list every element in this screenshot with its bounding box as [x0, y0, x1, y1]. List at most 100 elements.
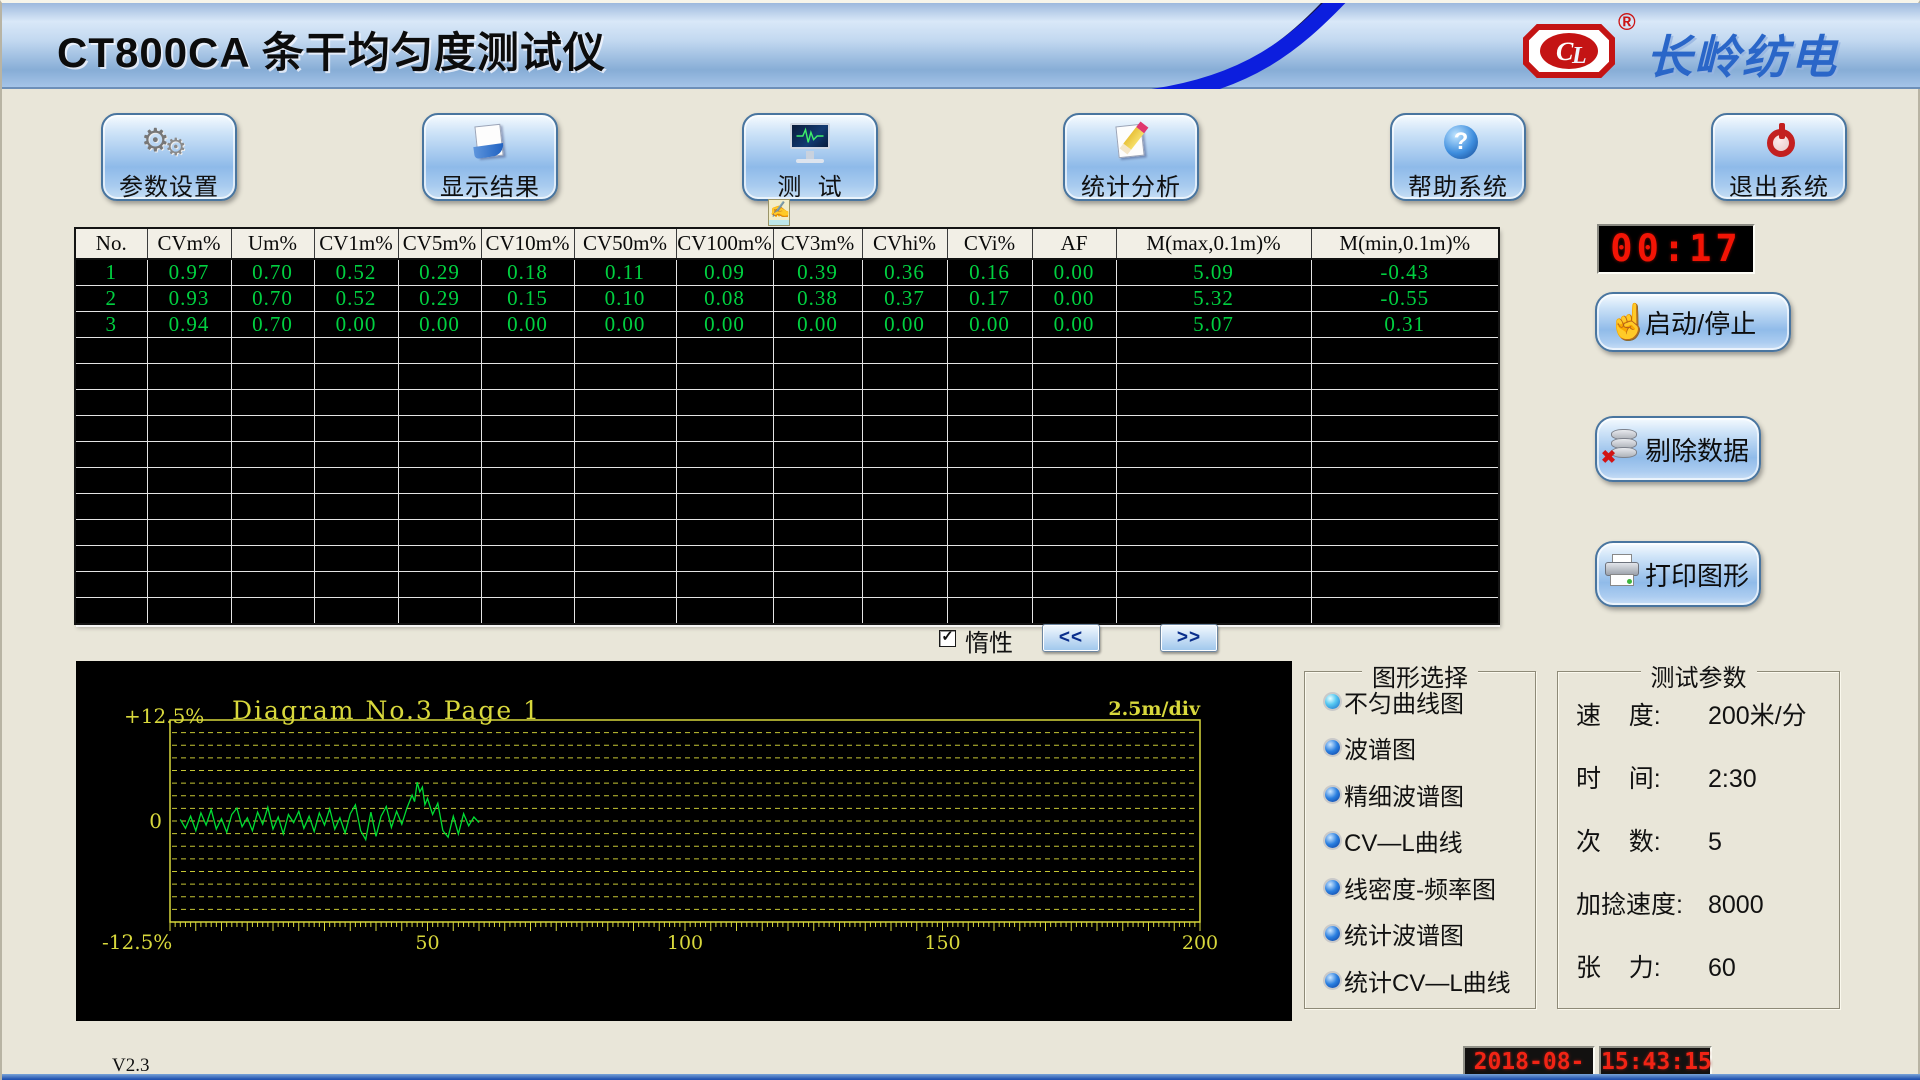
svg-text:200: 200 — [1182, 932, 1218, 954]
table-cell — [947, 416, 1032, 442]
table-cell — [862, 494, 947, 520]
svg-text:L: L — [1571, 43, 1587, 69]
column-header: AF — [1032, 228, 1116, 259]
table-cell — [1311, 546, 1499, 572]
company-logo: C L ® 长岭纺电 — [1522, 9, 1862, 83]
table-cell: 0.09 — [676, 259, 773, 286]
table-cell — [398, 546, 481, 572]
table-cell — [947, 390, 1032, 416]
param-label: 次 数: — [1576, 822, 1704, 858]
table-cell — [574, 468, 676, 494]
radio-orb-icon — [1325, 833, 1340, 848]
table-cell — [481, 598, 574, 624]
table-cell — [314, 546, 398, 572]
table-cell — [231, 494, 314, 520]
table-cell: 0.29 — [398, 286, 481, 312]
table-cell — [481, 364, 574, 390]
table-cell — [75, 468, 147, 494]
graph-option-2[interactable]: 波谱图 — [1325, 733, 1416, 763]
graph-option-7[interactable]: 统计CV—L曲线 — [1325, 965, 1511, 995]
table-cell — [574, 364, 676, 390]
toolbar-button-label: 退出系统 — [1713, 167, 1845, 202]
table-cell — [1311, 520, 1499, 546]
table-cell — [231, 520, 314, 546]
table-cell — [314, 520, 398, 546]
table-cell: 0.93 — [147, 286, 231, 312]
graph-option-3[interactable]: 精细波谱图 — [1325, 779, 1464, 809]
table-cell — [676, 494, 773, 520]
exit-system-button[interactable]: 退出系统 — [1711, 113, 1847, 201]
table-row[interactable]: 30.940.700.000.000.000.000.000.000.000.0… — [75, 312, 1499, 338]
printer-icon — [1597, 552, 1645, 596]
table-row[interactable]: 20.930.700.520.290.150.100.080.380.370.1… — [75, 286, 1499, 312]
table-cell — [773, 338, 862, 364]
table-cell — [398, 468, 481, 494]
table-cell — [862, 416, 947, 442]
statistical-analysis-button[interactable]: 统计分析 — [1063, 113, 1199, 201]
parameter-settings-button[interactable]: ⚙⚙参数设置 — [101, 113, 237, 201]
column-header: CV50m% — [574, 228, 676, 259]
table-cell: 0.17 — [947, 286, 1032, 312]
table-cell: 5.07 — [1116, 312, 1311, 338]
table-cell — [1311, 390, 1499, 416]
table-cell — [1311, 572, 1499, 598]
toolbar-button-label: 测 试 — [744, 167, 876, 202]
registered-mark: ® — [1618, 9, 1636, 37]
table-cell — [314, 572, 398, 598]
start-stop-button[interactable]: ☝ 启动/停止 — [1595, 292, 1791, 352]
table-cell — [75, 494, 147, 520]
help-system-button[interactable]: ?帮助系统 — [1390, 113, 1526, 201]
table-row-empty — [75, 416, 1499, 442]
table-cell: 0.94 — [147, 312, 231, 338]
graph-option-4[interactable]: CV—L曲线 — [1325, 826, 1463, 856]
print-graphics-button[interactable]: 打印图形 — [1595, 541, 1761, 607]
table-cell — [75, 338, 147, 364]
column-header: CV5m% — [398, 228, 481, 259]
table-cell: 0.00 — [773, 312, 862, 338]
table-cell: 3 — [75, 312, 147, 338]
next-page-button[interactable]: >> — [1160, 624, 1218, 652]
table-cell — [398, 520, 481, 546]
remove-data-button[interactable]: ✖ 剔除数据 — [1595, 416, 1761, 482]
test-param-row: 时 间:2:30 — [1576, 759, 1826, 795]
table-cell — [1311, 598, 1499, 624]
table-cell — [147, 572, 231, 598]
table-cell — [773, 416, 862, 442]
table-cell — [1311, 442, 1499, 468]
table-cell — [676, 364, 773, 390]
table-cell — [947, 468, 1032, 494]
checkmark-icon: ✓ — [941, 628, 954, 645]
table-cell — [147, 468, 231, 494]
graph-option-1[interactable]: 不匀曲线图 — [1325, 686, 1464, 716]
table-cell — [398, 572, 481, 598]
display-results-button[interactable]: 显示结果 — [422, 113, 558, 201]
test-button[interactable]: 测 试 — [742, 113, 878, 201]
table-cell — [75, 546, 147, 572]
table-cell — [75, 520, 147, 546]
table-cell — [1311, 468, 1499, 494]
table-cell: 0.00 — [481, 312, 574, 338]
table-cell — [773, 520, 862, 546]
param-value: 8000 — [1708, 891, 1764, 920]
radio-orb-icon — [1325, 926, 1340, 941]
table-cell — [947, 364, 1032, 390]
graph-option-5[interactable]: 线密度-频率图 — [1325, 872, 1496, 902]
table-row[interactable]: 10.970.700.520.290.180.110.090.390.360.1… — [75, 259, 1499, 286]
table-cell — [947, 520, 1032, 546]
table-cell — [481, 416, 574, 442]
graph-option-label: 精细波谱图 — [1344, 777, 1464, 812]
table-cell — [1311, 416, 1499, 442]
table-cell — [862, 390, 947, 416]
table-cell — [481, 338, 574, 364]
table-cell — [231, 416, 314, 442]
graph-option-6[interactable]: 统计波谱图 — [1325, 919, 1464, 949]
graph-option-label: 线密度-频率图 — [1344, 870, 1496, 905]
table-cell — [75, 572, 147, 598]
hand-icon: ☝ — [1597, 300, 1645, 344]
table-cell — [481, 494, 574, 520]
table-header-row: No.CVm%Um%CV1m%CV5m%CV10m%CV50m%CV100m%C… — [75, 228, 1499, 259]
toolbar-button-label: 帮助系统 — [1392, 167, 1524, 202]
inertia-checkbox[interactable]: ✓ — [939, 630, 956, 647]
table-cell: 0.36 — [862, 259, 947, 286]
previous-page-button[interactable]: << — [1042, 624, 1100, 652]
